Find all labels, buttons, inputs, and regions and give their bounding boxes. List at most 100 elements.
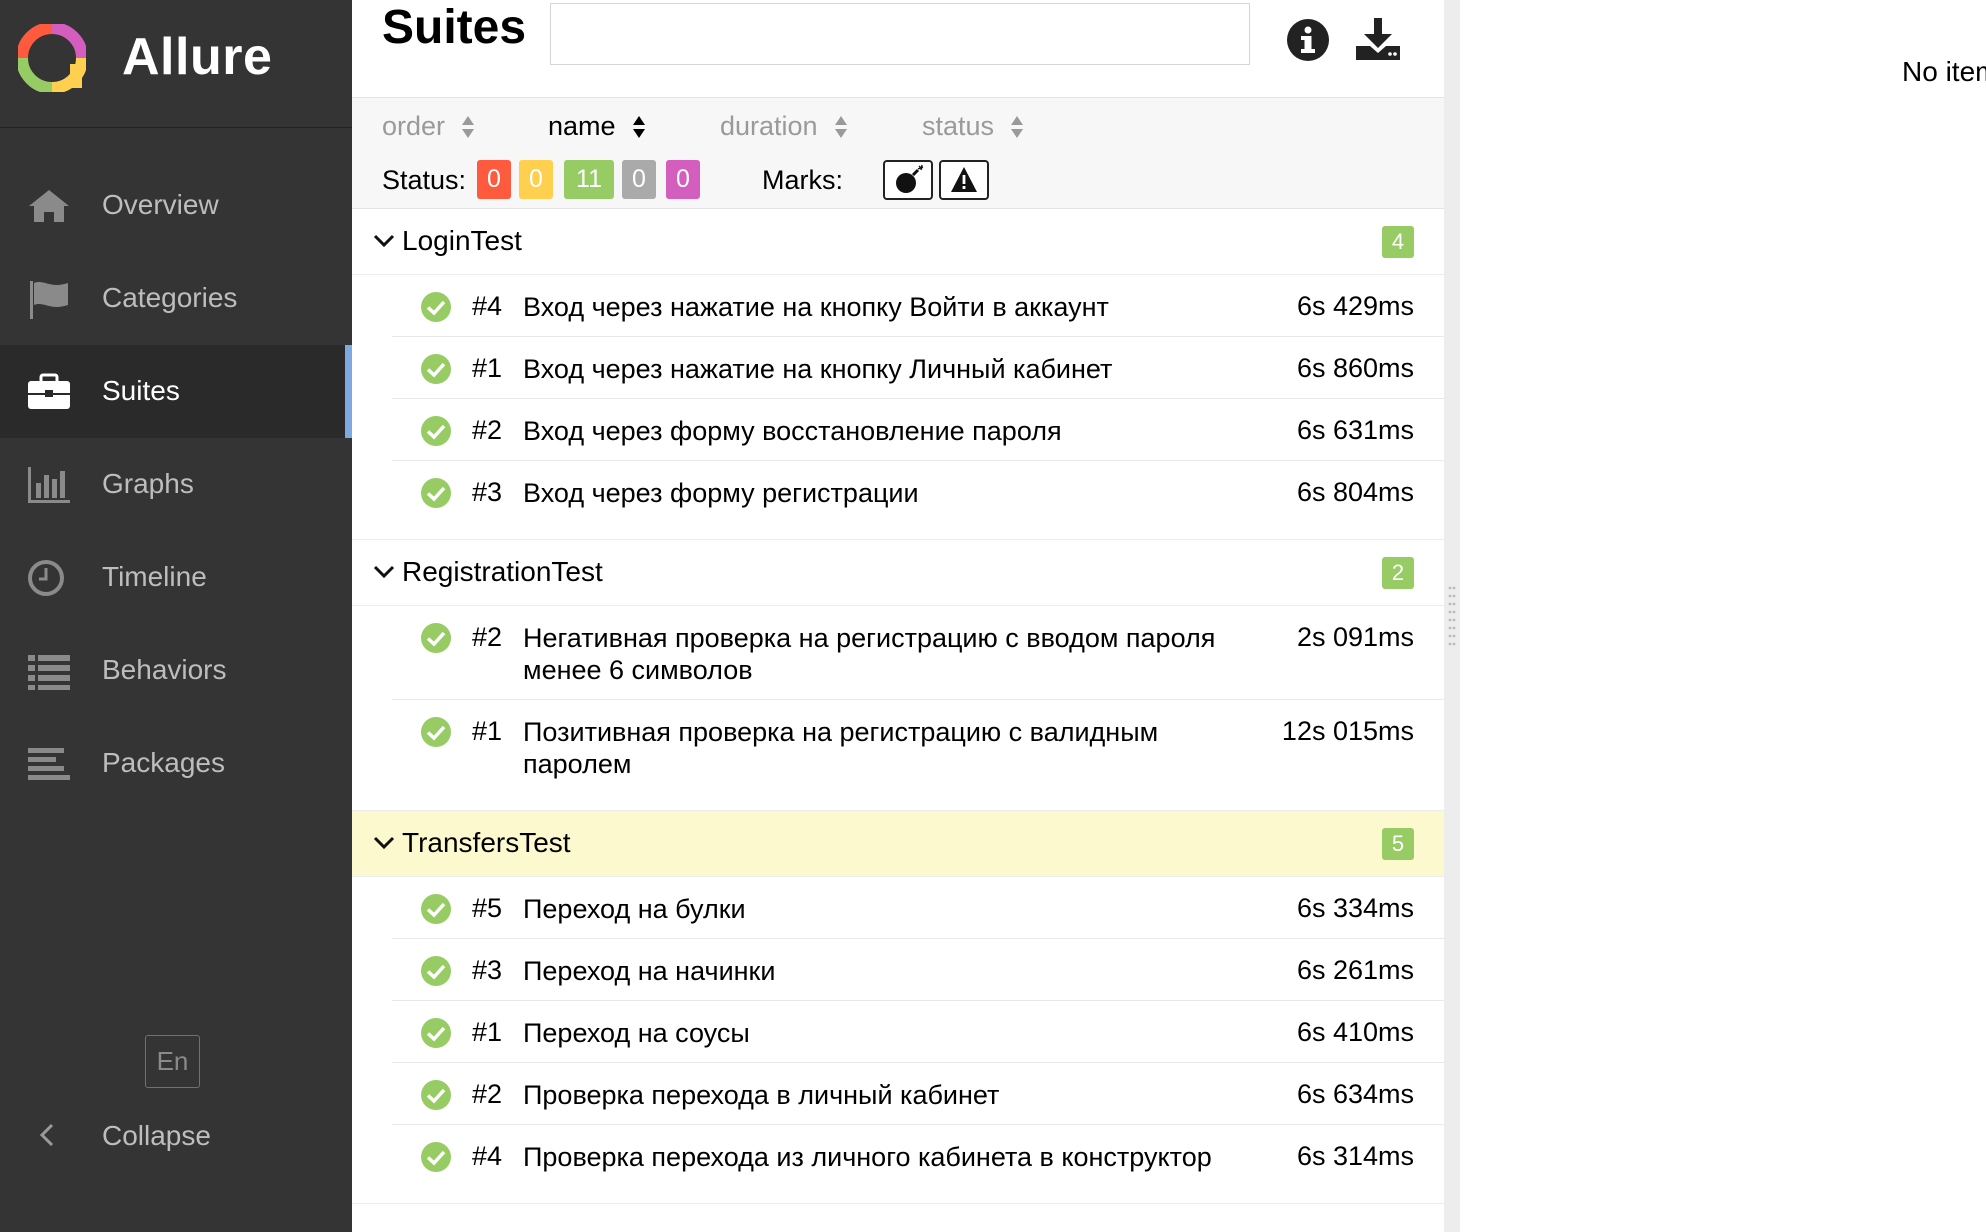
sidebar-nav: Overview Categories Suites Graphs Timeli… bbox=[0, 159, 352, 810]
search-input[interactable] bbox=[550, 3, 1250, 65]
sidebar-item-label: Overview bbox=[102, 189, 219, 220]
sort-name[interactable]: name bbox=[548, 111, 646, 143]
list-icon bbox=[28, 655, 70, 690]
suites-pane: Suites order name duration status Status… bbox=[352, 0, 1444, 1232]
sidebar-item-overview[interactable]: Overview bbox=[0, 159, 352, 252]
passed-check-icon bbox=[421, 292, 451, 322]
download-icon[interactable] bbox=[1354, 16, 1402, 64]
chevron-left-icon bbox=[39, 1123, 54, 1147]
sort-icon bbox=[1011, 115, 1024, 138]
test-duration: 2s 091ms bbox=[1296, 622, 1414, 652]
suite-group-header[interactable]: RegistrationTest 2 bbox=[352, 540, 1444, 606]
pane-header: Suites bbox=[352, 0, 1444, 98]
test-row[interactable]: #1 Позитивная проверка на регистрацию с в… bbox=[392, 700, 1444, 794]
suite-count-badge: 5 bbox=[1382, 828, 1414, 860]
status-filter-failed[interactable]: 0 bbox=[477, 160, 511, 199]
sidebar-item-label: Suites bbox=[102, 375, 180, 406]
sidebar-item-graphs[interactable]: Graphs bbox=[0, 438, 352, 531]
test-duration: 6s 804ms bbox=[1296, 477, 1414, 507]
passed-check-icon bbox=[421, 416, 451, 446]
status-filter-unknown[interactable]: 0 bbox=[666, 160, 700, 199]
sidebar-item-categories[interactable]: Categories bbox=[0, 252, 352, 345]
test-duration: 6s 334ms bbox=[1296, 893, 1414, 923]
test-name: Переход на булки bbox=[523, 894, 746, 924]
test-name: Вход через нажатие на кнопку Личный каби… bbox=[523, 354, 1113, 384]
test-duration: 6s 634ms bbox=[1296, 1079, 1414, 1109]
test-row[interactable]: #3 Переход на начинки 6s 261ms bbox=[392, 939, 1444, 1001]
toolbar: order name duration status Status: 0 0 1… bbox=[352, 98, 1444, 209]
test-order: #3 bbox=[472, 955, 503, 985]
sidebar-item-label: Behaviors bbox=[102, 654, 227, 685]
test-row[interactable]: #5 Переход на булки 6s 334ms bbox=[392, 877, 1444, 939]
sidebar-item-label: Timeline bbox=[102, 561, 207, 592]
test-row[interactable]: #2 Проверка перехода в личный кабинет 6s 6… bbox=[392, 1063, 1444, 1125]
sort-duration[interactable]: duration bbox=[720, 111, 848, 143]
sidebar-item-suites[interactable]: Suites bbox=[0, 345, 352, 438]
suite-group-header[interactable]: TransfersTest 5 bbox=[352, 811, 1444, 877]
test-row[interactable]: #2 Вход через форму восстановление пароля… bbox=[392, 399, 1444, 461]
chevron-down-icon bbox=[373, 234, 395, 248]
test-order: #4 bbox=[472, 1141, 503, 1171]
sidebar-item-timeline[interactable]: Timeline bbox=[0, 531, 352, 624]
suite-count-badge: 4 bbox=[1382, 226, 1414, 258]
test-order: #5 bbox=[472, 893, 503, 923]
briefcase-icon bbox=[28, 373, 70, 409]
test-duration: 6s 429ms bbox=[1296, 291, 1414, 321]
align-left-icon bbox=[28, 748, 70, 780]
new-failed-mark-filter[interactable] bbox=[939, 160, 989, 200]
sidebar-item-label: Graphs bbox=[102, 468, 194, 499]
page-title: Suites bbox=[382, 1, 527, 54]
info-icon[interactable] bbox=[1284, 16, 1332, 64]
test-order: #2 bbox=[472, 1079, 503, 1109]
test-order: #1 bbox=[472, 353, 503, 383]
test-name: Вход через нажатие на кнопку Войти в акк… bbox=[523, 292, 1109, 322]
test-duration: 6s 860ms bbox=[1296, 353, 1414, 383]
suite-group-header[interactable]: LoginTest 4 bbox=[352, 209, 1444, 275]
test-row[interactable]: #4 Вход через нажатие на кнопку Войти в а… bbox=[392, 275, 1444, 337]
sidebar-item-label: Packages bbox=[102, 747, 225, 778]
passed-check-icon bbox=[421, 894, 451, 924]
sort-order[interactable]: order bbox=[382, 111, 475, 143]
suite-count-badge: 2 bbox=[1382, 557, 1414, 589]
status-filter-broken[interactable]: 0 bbox=[519, 160, 553, 199]
test-row[interactable]: #1 Переход на соусы 6s 410ms bbox=[392, 1001, 1444, 1063]
passed-check-icon bbox=[421, 1018, 451, 1048]
sorter-label: order bbox=[382, 111, 446, 141]
status-label: Status: bbox=[382, 165, 467, 195]
test-duration: 6s 261ms bbox=[1296, 955, 1414, 985]
status-filter-skipped[interactable]: 0 bbox=[622, 160, 656, 199]
flag-icon bbox=[30, 281, 68, 319]
test-order: #4 bbox=[472, 291, 503, 321]
passed-check-icon bbox=[421, 956, 451, 986]
sort-status[interactable]: status bbox=[922, 111, 1024, 143]
pane-splitter[interactable] bbox=[1444, 0, 1460, 1232]
language-button[interactable]: En bbox=[145, 1035, 200, 1088]
sidebar: Allure Overview Categories Suites Graphs… bbox=[0, 0, 352, 1232]
test-row[interactable]: #1 Вход через нажатие на кнопку Личный ка… bbox=[392, 337, 1444, 399]
test-row[interactable]: #4 Проверка перехода из личного кабинета … bbox=[392, 1125, 1444, 1187]
flaky-mark-filter[interactable] bbox=[883, 160, 933, 200]
collapse-button[interactable]: Collapse bbox=[0, 1110, 352, 1160]
test-name: Проверка перехода в личный кабинет bbox=[523, 1080, 1000, 1110]
test-row[interactable]: #2 Негативная проверка на регистрацию с в… bbox=[392, 606, 1444, 700]
suite-name: RegistrationTest bbox=[402, 556, 603, 587]
suite-name: TransfersTest bbox=[402, 827, 571, 858]
status-filter-passed[interactable]: 11 bbox=[564, 160, 614, 199]
sidebar-item-label: Categories bbox=[102, 282, 238, 313]
sidebar-item-packages[interactable]: Packages bbox=[0, 717, 352, 810]
sort-icon bbox=[834, 115, 847, 138]
suite-test-list: #4 Вход через нажатие на кнопку Войти в а… bbox=[352, 275, 1444, 540]
test-row[interactable]: #3 Вход через форму регистрации 6s 804ms bbox=[392, 461, 1444, 523]
sidebar-item-behaviors[interactable]: Behaviors bbox=[0, 624, 352, 717]
test-name: Вход через форму регистрации bbox=[523, 478, 919, 508]
suites-tree: LoginTest 4 #4 Вход через нажатие на кнопку… bbox=[352, 209, 1444, 1204]
test-name: Переход на соусы bbox=[523, 1018, 750, 1048]
test-duration: 6s 410ms bbox=[1296, 1017, 1414, 1047]
test-duration: 12s 015ms bbox=[1281, 716, 1414, 746]
sorter-label: name bbox=[548, 111, 616, 141]
test-order: #3 bbox=[472, 477, 503, 507]
passed-check-icon bbox=[421, 354, 451, 384]
chevron-down-icon bbox=[373, 565, 395, 579]
marks-label: Marks: bbox=[762, 165, 843, 195]
test-name: Проверка перехода из личного кабинета в … bbox=[523, 1142, 1212, 1172]
